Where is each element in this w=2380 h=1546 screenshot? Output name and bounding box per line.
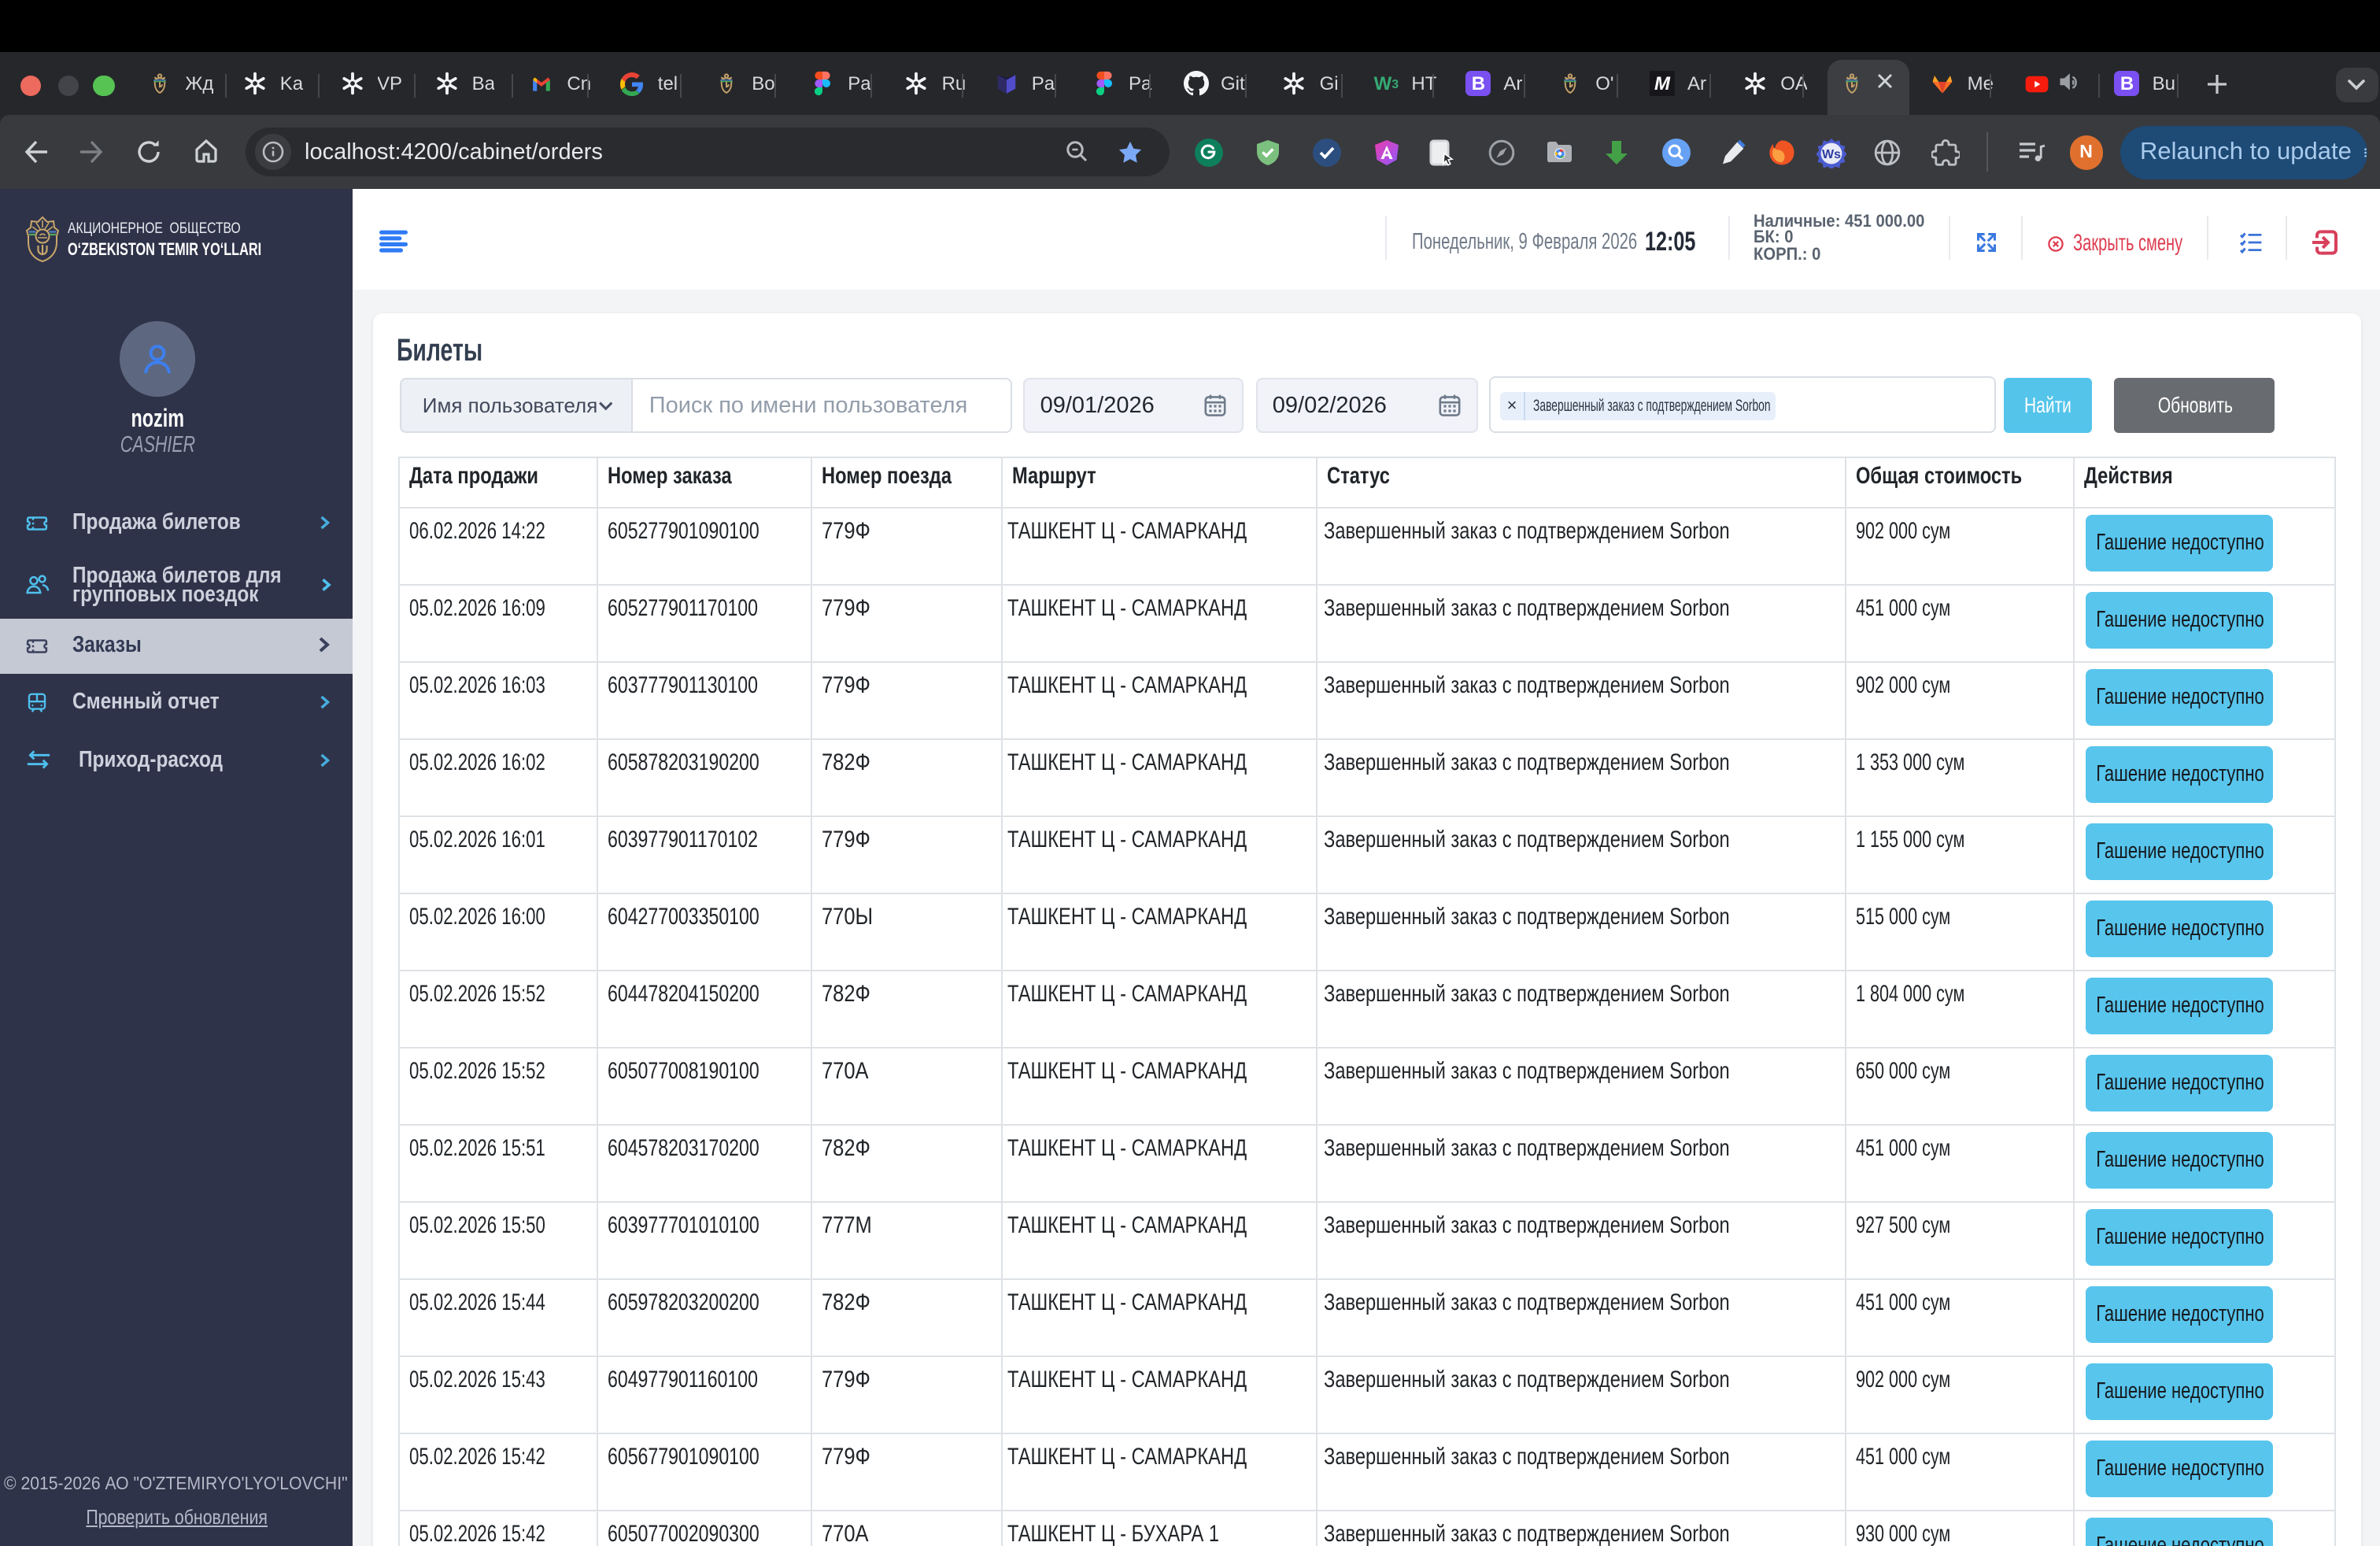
- svg-text:Ws: Ws: [1821, 147, 1840, 161]
